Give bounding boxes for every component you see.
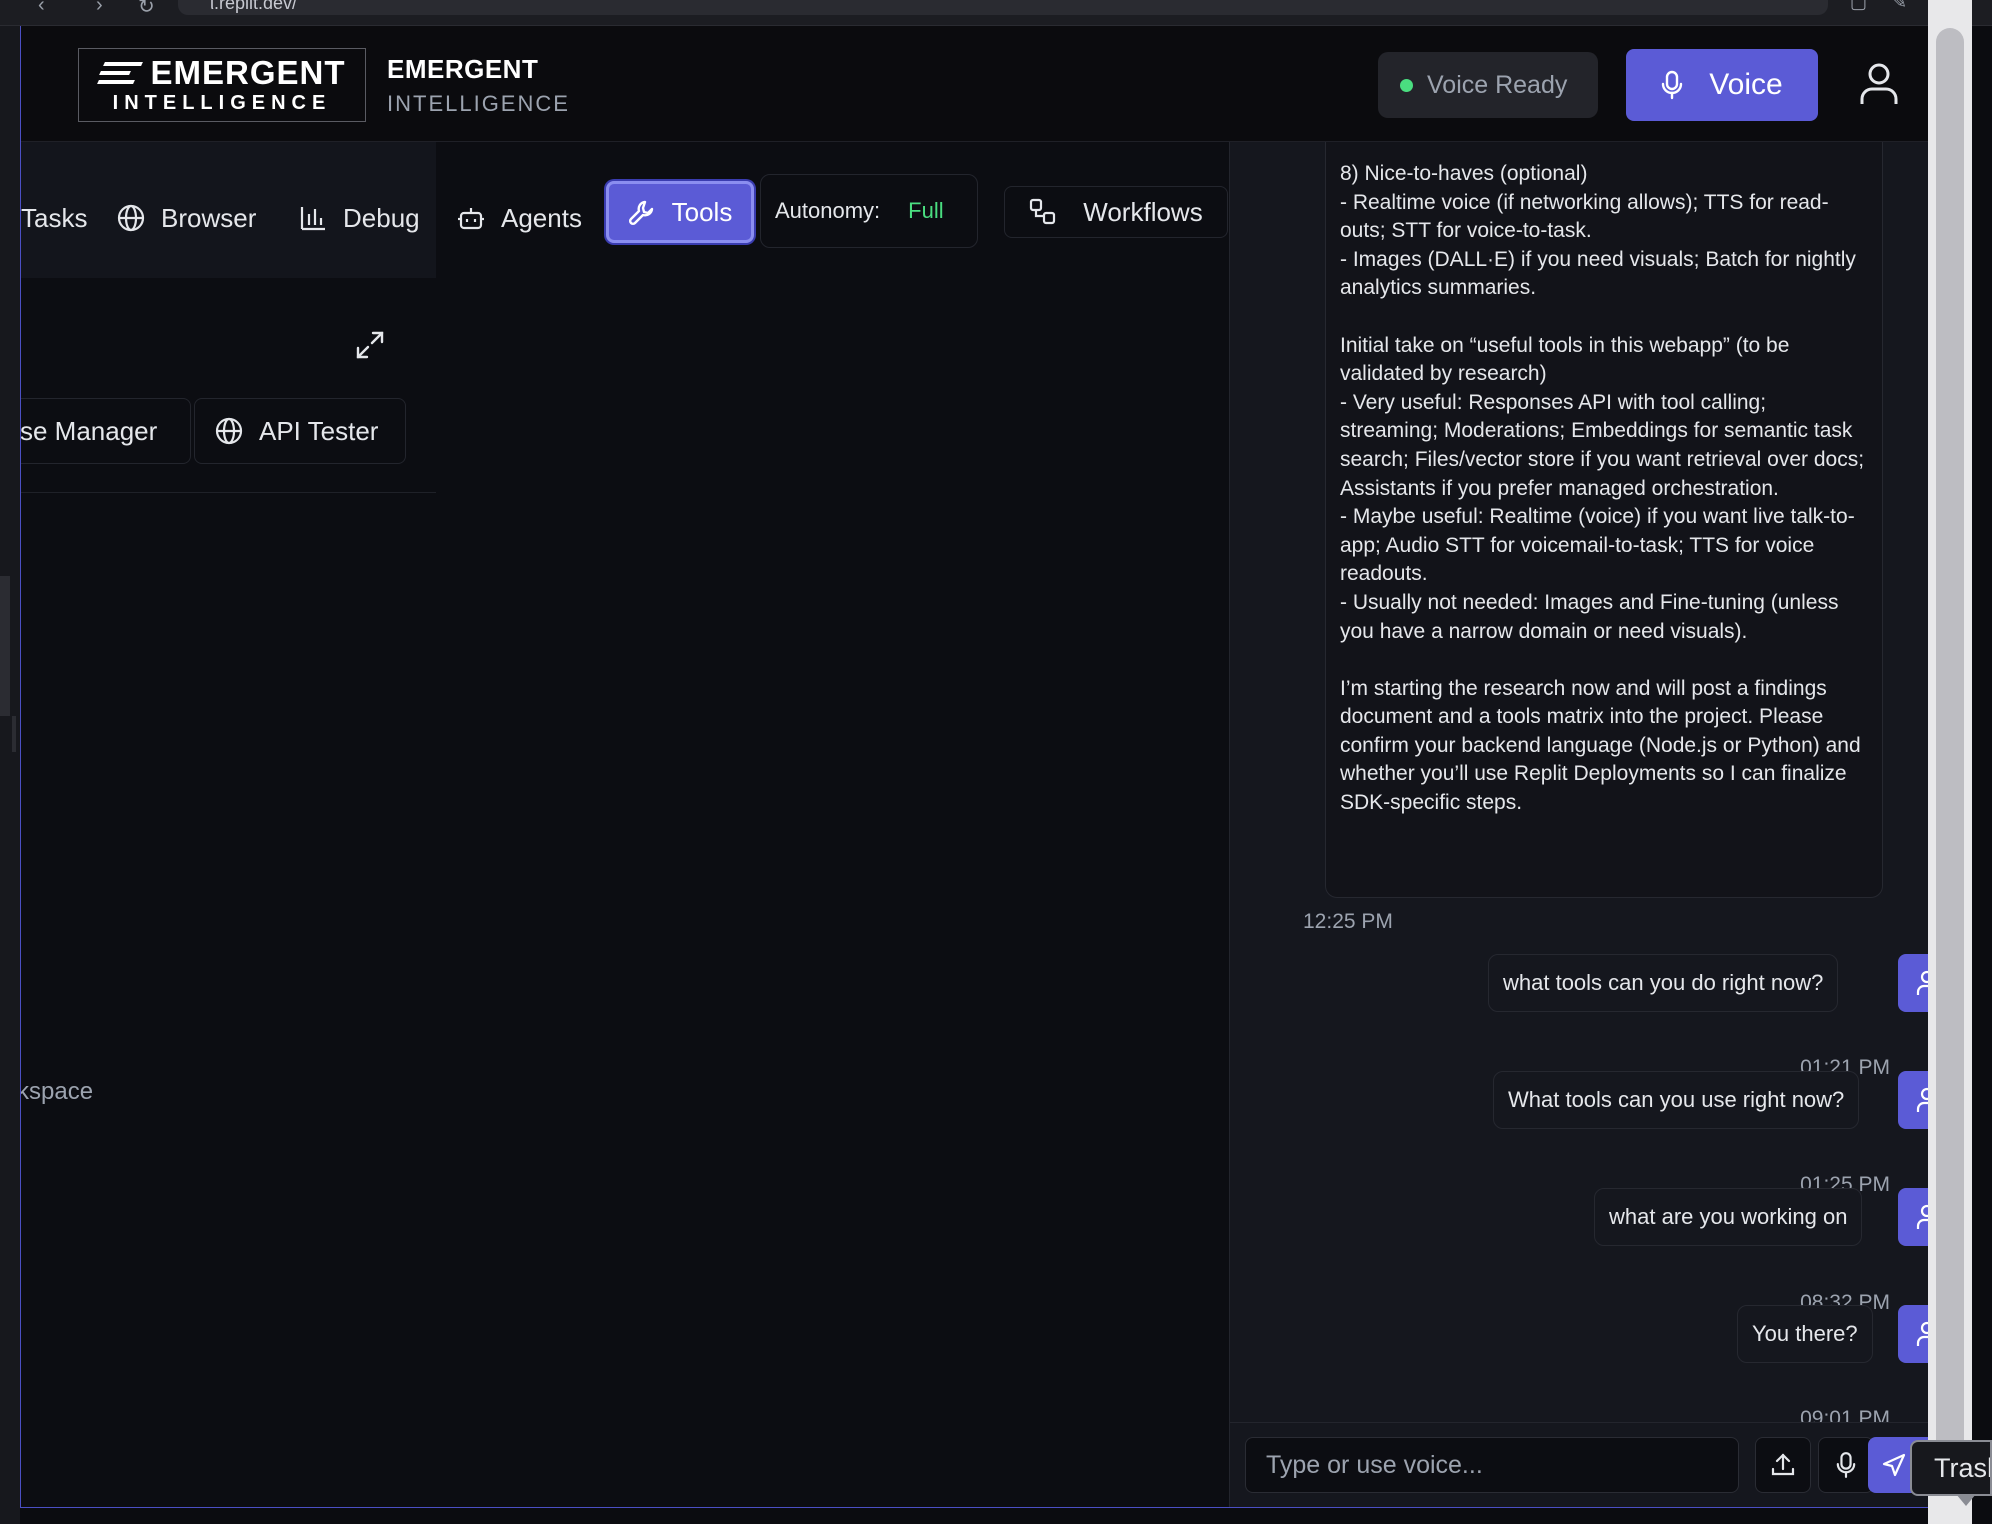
user-message: what tools can you do right now? [1488,954,1839,1012]
tab-debug[interactable]: Debug [299,190,420,246]
voice-status-label: Voice Ready [1427,70,1568,99]
extension-icon[interactable]: ▢ [1850,0,1867,13]
autonomy-label: Autonomy: [775,198,881,223]
pen-icon[interactable]: ✎ [1892,0,1907,13]
tab-tools-label: Tools [671,196,733,227]
mic-button[interactable] [1818,1437,1874,1493]
user-icon[interactable] [1859,62,1899,106]
trash-tooltip: Trash [1910,1440,1992,1496]
brand-title: EMERGENT [387,54,539,84]
license-manager-button[interactable]: se Manager [20,398,191,464]
workflows-label: Workflows [1083,196,1203,227]
left-edge [0,26,20,1524]
api-tester-label: API Tester [259,415,379,446]
send-icon [1882,1453,1906,1477]
tab-tools[interactable]: Tools [606,181,754,243]
tab-browser-label: Browser [161,202,257,233]
tab-debug-label: Debug [343,202,420,233]
browser-toolbar: ‹ › ↻ ι.replit.dev/ ▢ ✎ ▭ [0,0,1992,26]
divider [21,492,436,493]
upload-icon [1771,1453,1795,1476]
reload-icon[interactable]: ↻ [138,0,155,19]
brand: EMERGENT INTELLIGENCE [387,54,570,117]
status-dot-icon [1400,78,1413,92]
logo-title: EMERGENT [150,53,346,91]
assistant-message: 8) Nice-to-haves (optional) - Realtime v… [1325,142,1883,898]
autonomy-value: Full [908,198,944,223]
chat-input[interactable] [1245,1437,1739,1493]
forward-icon[interactable]: › [96,0,103,17]
voice-button[interactable]: Voice [1626,49,1818,121]
upload-button[interactable] [1755,1437,1811,1493]
api-tester-button[interactable]: API Tester [194,398,406,464]
workflows-button[interactable]: Workflows [1004,186,1228,238]
globe-icon [215,417,243,445]
user-message: What tools can you use right now? [1493,1071,1860,1129]
workspace-hint: kspace [20,1078,94,1105]
app-header: EMERGENT INTELLIGENCE EMERGENT INTELLIGE… [21,26,1947,142]
tab-agents[interactable]: Agents [457,190,582,246]
tab-tasks-label: Tasks [21,202,88,233]
tab-browser[interactable]: Browser [117,190,256,246]
bot-icon [458,208,484,230]
user-message: You there? [1737,1305,1873,1363]
chat-composer [1230,1422,1947,1507]
page-scrollbar[interactable] [1928,0,1972,1524]
chat-panel: 8) Nice-to-haves (optional) - Realtime v… [1229,142,1947,1507]
workflow-icon [1030,198,1056,225]
user-message: what are you working on [1594,1188,1863,1246]
bar-chart-icon [300,207,325,231]
logo-mark-icon [97,60,144,86]
back-icon[interactable]: ‹ [38,0,45,17]
mic-icon [1836,1452,1856,1478]
assistant-timestamp: 12:25 PM [1303,910,1393,933]
edge-mark [0,576,10,716]
voice-status-badge: Voice Ready [1378,52,1598,118]
tab-tasks[interactable]: Tasks [21,190,87,246]
voice-button-label: Voice [1709,68,1783,101]
logo: EMERGENT INTELLIGENCE [78,48,366,122]
tab-agents-label: Agents [501,202,582,233]
logo-subtitle: INTELLIGENCE [112,91,332,114]
mic-icon [1662,70,1683,100]
autonomy-selector[interactable]: Autonomy: Full [760,174,978,248]
brand-subtitle: INTELLIGENCE [387,91,570,116]
address-bar[interactable]: ι.replit.dev/ [178,0,1828,15]
app-window: EMERGENT INTELLIGENCE EMERGENT INTELLIGE… [20,26,1948,1508]
tooltip-arrow [1956,1494,1976,1506]
wrench-icon [628,200,653,226]
edge-mark [12,716,16,752]
globe-icon [117,204,145,232]
expand-icon[interactable] [355,330,385,360]
license-manager-label: se Manager [20,415,158,446]
